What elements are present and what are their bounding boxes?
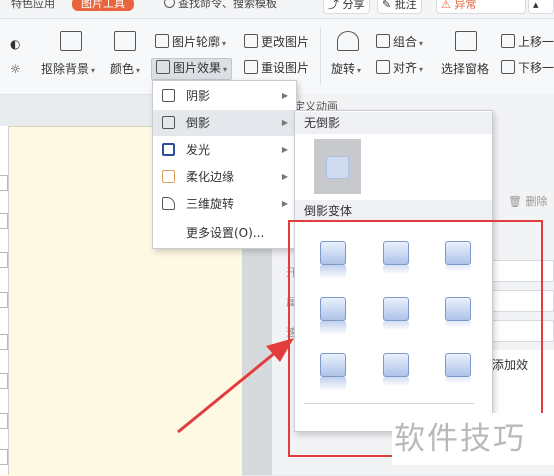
ruler-marker	[0, 413, 8, 429]
menu-item-glow[interactable]: 发光 ▶	[153, 137, 296, 163]
align-label: 对齐	[393, 61, 418, 75]
remove-background-button[interactable]: 抠除背景 ▾	[41, 61, 95, 79]
brightness-icon[interactable]: ☼	[10, 61, 21, 77]
chevron-up-icon: ▴	[533, 0, 539, 11]
change-picture-label: 更改图片	[261, 35, 310, 49]
menu-item-label: 三维旋转	[186, 197, 235, 211]
search-box[interactable]: 查找命令、搜索模板	[164, 0, 277, 11]
crop-small-icon[interactable]: ◐	[10, 36, 20, 52]
reset-picture-label: 重设图片	[261, 61, 310, 75]
picture-outline-label: 图片轮廓	[172, 35, 221, 49]
watermark: 软件技巧	[392, 413, 554, 465]
ribbon-divider	[320, 27, 321, 85]
rotate-button[interactable]: 旋转 ▾	[331, 61, 361, 79]
menu-item-reflection[interactable]: 倒影 ▶	[153, 110, 296, 136]
selection-pane-button[interactable]: 选择窗格	[441, 61, 489, 77]
menu-item-shadow[interactable]: 阴影 ▶	[153, 83, 296, 109]
change-picture-icon	[244, 34, 258, 48]
align-icon	[376, 60, 390, 74]
picture-effects-label: 图片效果	[173, 61, 222, 75]
outline-icon	[155, 34, 169, 48]
reset-picture-icon	[244, 60, 258, 74]
no-reflection-option[interactable]	[314, 139, 361, 194]
menu-item-3d-rotation[interactable]: 三维旋转 ▶	[153, 191, 296, 217]
remove-background-icon	[60, 31, 82, 51]
top-tab-strip: 特色应用 图片工具 查找命令、搜索模板 ⤴ 分享 ✎ 批注 ⚠ 异常 ▴	[0, 0, 554, 19]
ruler-marker	[0, 292, 8, 308]
warning-icon: ⚠	[441, 0, 451, 11]
align-button[interactable]: 对齐 ▾	[376, 60, 423, 78]
ruler-marker	[0, 213, 8, 229]
no-reflection-header: 无倒影	[295, 112, 492, 134]
ruler-marker	[0, 449, 8, 465]
bring-forward-button[interactable]: 上移一	[501, 34, 554, 50]
expand-ribbon-button[interactable]: ▴	[528, 0, 554, 14]
reflection-icon	[162, 116, 175, 129]
color-label: 颜色	[110, 62, 135, 76]
remove-background-label: 抠除背景	[41, 62, 90, 76]
reflection-variants-header: 倒影变体	[295, 200, 492, 222]
submenu-arrow-icon: ▶	[281, 118, 288, 127]
share-label: 分享	[342, 0, 365, 11]
rotate-icon	[337, 31, 359, 51]
bring-forward-label: 上移一	[518, 35, 554, 49]
menu-item-soft-edge[interactable]: 柔化边缘 ▶	[153, 164, 296, 190]
delete-button[interactable]: 🗑 删除	[508, 193, 547, 209]
tab-picture-tools[interactable]: 图片工具	[72, 0, 134, 11]
picture-effects-menu: 阴影 ▶ 倒影 ▶ 发光 ▶ 柔化边缘 ▶ 三维旋转 ▶ 更多设置(O)...	[152, 80, 297, 249]
send-backward-button[interactable]: 下移一	[501, 60, 554, 76]
picture-outline-button[interactable]: 图片轮廓 ▾	[155, 34, 226, 52]
effects-icon	[156, 60, 170, 74]
picture-effects-button[interactable]: 图片效果 ▾	[151, 58, 233, 80]
color-icon	[114, 31, 136, 51]
3d-rotation-icon	[162, 197, 175, 210]
submenu-arrow-icon: ▶	[281, 145, 288, 154]
menu-item-more-settings[interactable]: 更多设置(O)...	[153, 220, 296, 246]
menu-item-label: 倒影	[186, 116, 211, 130]
group-icon	[376, 34, 390, 48]
arrow-shaft	[177, 350, 277, 434]
menu-item-label: 阴影	[186, 89, 211, 103]
selection-pane-icon	[455, 31, 477, 51]
no-reflection-preview	[326, 156, 349, 179]
menu-item-label: 更多设置(O)...	[186, 226, 265, 240]
abnormal-label: 异常	[454, 0, 477, 11]
annotate-icon: ✎	[382, 0, 392, 11]
submenu-arrow-icon: ▶	[281, 172, 288, 181]
submenu-arrow-icon: ▶	[281, 199, 288, 208]
share-button[interactable]: ⤴ 分享	[323, 0, 370, 14]
rotate-label: 旋转	[331, 62, 356, 76]
ruler-marker	[0, 334, 8, 350]
search-icon	[164, 0, 175, 8]
annotate-label: 批注	[394, 0, 417, 11]
annotate-button[interactable]: ✎ 批注	[377, 0, 422, 14]
send-backward-icon	[501, 60, 515, 74]
send-backward-label: 下移一	[518, 61, 554, 75]
bring-forward-icon	[501, 34, 515, 48]
search-placeholder: 查找命令、搜索模板	[178, 0, 277, 10]
ruler-marker	[0, 252, 8, 268]
ruler-marker	[0, 373, 8, 389]
group-label: 组合	[393, 35, 418, 49]
glow-icon	[162, 143, 175, 156]
delete-label: 删除	[525, 195, 548, 208]
ruler-marker	[0, 175, 8, 191]
menu-item-label: 发光	[186, 143, 211, 157]
group-button[interactable]: 组合 ▾	[376, 34, 423, 52]
change-picture-button[interactable]: 更改图片	[244, 34, 309, 50]
share-icon: ⤴	[328, 0, 339, 11]
soft-edge-icon	[162, 170, 175, 183]
red-arrow	[177, 338, 294, 434]
tab-special-apps[interactable]: 特色应用	[11, 0, 55, 11]
submenu-arrow-icon: ▶	[281, 91, 288, 100]
menu-item-label: 柔化边缘	[186, 170, 235, 184]
reset-picture-button[interactable]: 重设图片	[244, 60, 309, 76]
shadow-icon	[162, 89, 175, 102]
abnormal-status-button[interactable]: ⚠ 异常	[436, 0, 526, 14]
color-button[interactable]: 颜色 ▾	[110, 61, 140, 79]
